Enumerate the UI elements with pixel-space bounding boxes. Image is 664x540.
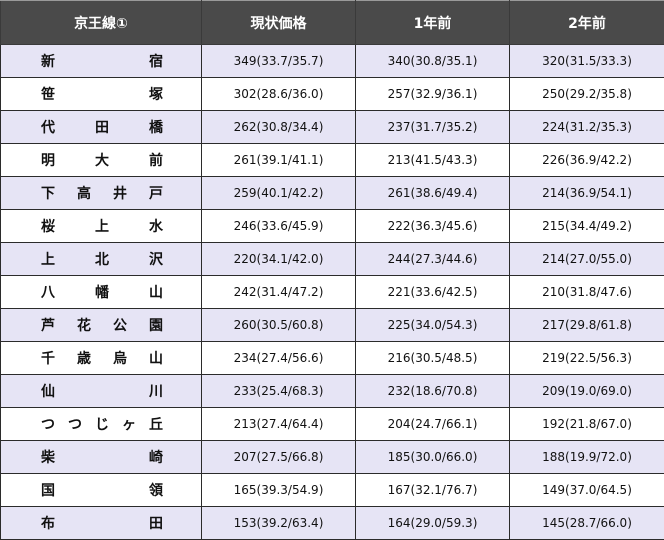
- one-year-ago-cell: 244(27.3/44.6): [355, 242, 510, 276]
- station-name: 国領: [41, 483, 163, 499]
- station-name-cell: 新宿: [0, 44, 202, 78]
- current-price-cell: 302(28.6/36.0): [201, 77, 356, 111]
- one-year-ago-cell: 340(30.8/35.1): [355, 44, 510, 78]
- station-name: 桜上水: [41, 219, 163, 235]
- station-name-cell: 仙川: [0, 374, 202, 408]
- header-two-years-ago: 2年前: [509, 0, 664, 45]
- station-name-cell: つつじヶ丘: [0, 407, 202, 441]
- one-year-ago-cell: 232(18.6/70.8): [355, 374, 510, 408]
- current-price-cell: 207(27.5/66.8): [201, 440, 356, 474]
- station-name-cell: 明大前: [0, 143, 202, 177]
- station-name-cell: 布田: [0, 506, 202, 540]
- current-price-cell: 153(39.2/63.4): [201, 506, 356, 540]
- two-years-ago-cell: 209(19.0/69.0): [509, 374, 664, 408]
- table-row: 桜上水 246(33.6/45.9) 222(36.3/45.6) 215(34.4/…: [0, 209, 664, 243]
- station-name-cell: 笹塚: [0, 77, 202, 111]
- station-name: 布田: [41, 516, 163, 532]
- station-name: 上北沢: [41, 252, 163, 268]
- current-price-cell: 246(33.6/45.9): [201, 209, 356, 243]
- one-year-ago-cell: 221(33.6/42.5): [355, 275, 510, 309]
- two-years-ago-cell: 219(22.5/56.3): [509, 341, 664, 375]
- station-name-cell: 八幡山: [0, 275, 202, 309]
- station-name: 千歳烏山: [41, 351, 163, 367]
- current-price-cell: 349(33.7/35.7): [201, 44, 356, 78]
- one-year-ago-cell: 261(38.6/49.4): [355, 176, 510, 210]
- header-one-year-ago: 1年前: [355, 0, 510, 45]
- table-row: 八幡山 242(31.4/47.2) 221(33.6/42.5) 210(31.8/…: [0, 275, 664, 309]
- table-row: 千歳烏山 234(27.4/56.6) 216(30.5/48.5) 219(22.5…: [0, 341, 664, 375]
- price-table: 京王線① 現状価格 1年前 2年前 新宿 349(33.7/35.7) 340(30…: [0, 0, 664, 540]
- station-name: 代田橋: [41, 120, 163, 136]
- current-price-cell: 262(30.8/34.4): [201, 110, 356, 144]
- one-year-ago-cell: 237(31.7/35.2): [355, 110, 510, 144]
- one-year-ago-cell: 225(34.0/54.3): [355, 308, 510, 342]
- station-name-cell: 上北沢: [0, 242, 202, 276]
- station-name-cell: 桜上水: [0, 209, 202, 243]
- table-row: 布田 153(39.2/63.4) 164(29.0/59.3) 145(28.7/6…: [0, 506, 664, 540]
- header-current-price: 現状価格: [201, 0, 356, 45]
- station-name: 芦花公園: [41, 318, 163, 334]
- one-year-ago-cell: 204(24.7/66.1): [355, 407, 510, 441]
- station-name: つつじヶ丘: [41, 417, 163, 433]
- table-row: 上北沢 220(34.1/42.0) 244(27.3/44.6) 214(27.0/…: [0, 242, 664, 276]
- two-years-ago-cell: 215(34.4/49.2): [509, 209, 664, 243]
- table-row: 笹塚 302(28.6/36.0) 257(32.9/36.1) 250(29.2/3…: [0, 77, 664, 111]
- table-row: 新宿 349(33.7/35.7) 340(30.8/35.1) 320(31.5/3…: [0, 44, 664, 78]
- current-price-cell: 234(27.4/56.6): [201, 341, 356, 375]
- current-price-cell: 165(39.3/54.9): [201, 473, 356, 507]
- station-name-cell: 下高井戸: [0, 176, 202, 210]
- two-years-ago-cell: 145(28.7/66.0): [509, 506, 664, 540]
- two-years-ago-cell: 210(31.8/47.6): [509, 275, 664, 309]
- current-price-cell: 260(30.5/60.8): [201, 308, 356, 342]
- table-row: 芦花公園 260(30.5/60.8) 225(34.0/54.3) 217(29.8…: [0, 308, 664, 342]
- one-year-ago-cell: 185(30.0/66.0): [355, 440, 510, 474]
- header-row: 京王線① 現状価格 1年前 2年前: [0, 0, 664, 45]
- station-name-cell: 国領: [0, 473, 202, 507]
- station-name-cell: 柴崎: [0, 440, 202, 474]
- station-name: 八幡山: [41, 285, 163, 301]
- two-years-ago-cell: 224(31.2/35.3): [509, 110, 664, 144]
- two-years-ago-cell: 192(21.8/67.0): [509, 407, 664, 441]
- station-name: 柴崎: [41, 450, 163, 466]
- station-name: 明大前: [41, 153, 163, 169]
- station-name: 新宿: [41, 54, 163, 70]
- station-name-cell: 芦花公園: [0, 308, 202, 342]
- two-years-ago-cell: 217(29.8/61.8): [509, 308, 664, 342]
- one-year-ago-cell: 257(32.9/36.1): [355, 77, 510, 111]
- table-body: 新宿 349(33.7/35.7) 340(30.8/35.1) 320(31.5/3…: [0, 44, 664, 540]
- two-years-ago-cell: 188(19.9/72.0): [509, 440, 664, 474]
- one-year-ago-cell: 216(30.5/48.5): [355, 341, 510, 375]
- one-year-ago-cell: 164(29.0/59.3): [355, 506, 510, 540]
- table-row: 柴崎 207(27.5/66.8) 185(30.0/66.0) 188(19.9/7…: [0, 440, 664, 474]
- table-row: 代田橋 262(30.8/34.4) 237(31.7/35.2) 224(31.2/…: [0, 110, 664, 144]
- current-price-cell: 213(27.4/64.4): [201, 407, 356, 441]
- two-years-ago-cell: 250(29.2/35.8): [509, 77, 664, 111]
- table-row: つつじヶ丘 213(27.4/64.4) 204(24.7/66.1) 192(21.…: [0, 407, 664, 441]
- current-price-cell: 261(39.1/41.1): [201, 143, 356, 177]
- station-name: 笹塚: [41, 87, 163, 103]
- current-price-cell: 259(40.1/42.2): [201, 176, 356, 210]
- current-price-cell: 242(31.4/47.2): [201, 275, 356, 309]
- station-name-cell: 代田橋: [0, 110, 202, 144]
- current-price-cell: 233(25.4/68.3): [201, 374, 356, 408]
- header-line-name: 京王線①: [0, 0, 202, 45]
- two-years-ago-cell: 149(37.0/64.5): [509, 473, 664, 507]
- table-row: 明大前 261(39.1/41.1) 213(41.5/43.3) 226(36.9/…: [0, 143, 664, 177]
- station-name: 仙川: [41, 384, 163, 400]
- two-years-ago-cell: 214(27.0/55.0): [509, 242, 664, 276]
- two-years-ago-cell: 226(36.9/42.2): [509, 143, 664, 177]
- table-row: 下高井戸 259(40.1/42.2) 261(38.6/49.4) 214(36.9…: [0, 176, 664, 210]
- station-name: 下高井戸: [41, 186, 163, 202]
- one-year-ago-cell: 213(41.5/43.3): [355, 143, 510, 177]
- one-year-ago-cell: 222(36.3/45.6): [355, 209, 510, 243]
- current-price-cell: 220(34.1/42.0): [201, 242, 356, 276]
- two-years-ago-cell: 214(36.9/54.1): [509, 176, 664, 210]
- station-name-cell: 千歳烏山: [0, 341, 202, 375]
- table-row: 仙川 233(25.4/68.3) 232(18.6/70.8) 209(19.0/6…: [0, 374, 664, 408]
- table-row: 国領 165(39.3/54.9) 167(32.1/76.7) 149(37.0/6…: [0, 473, 664, 507]
- two-years-ago-cell: 320(31.5/33.3): [509, 44, 664, 78]
- one-year-ago-cell: 167(32.1/76.7): [355, 473, 510, 507]
